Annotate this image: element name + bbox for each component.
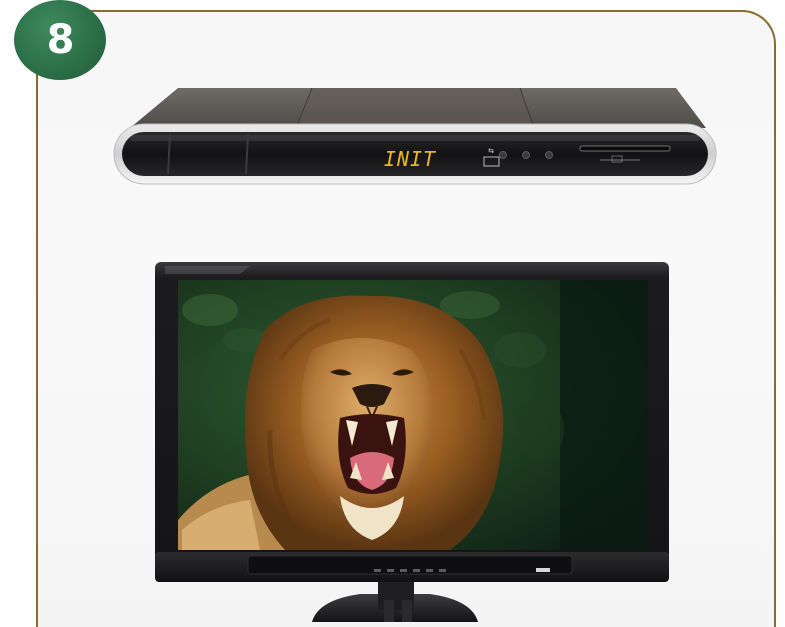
usb-icon: ⇆ <box>488 147 494 155</box>
channel-down-button[interactable] <box>522 151 530 159</box>
led-display-text: INIT <box>384 147 437 171</box>
tv-power-indicator <box>536 568 550 572</box>
television <box>155 262 669 622</box>
instruction-step-illustration: 8 ⇆ INIT <box>0 0 785 627</box>
channel-up-button[interactable] <box>545 151 553 159</box>
illustration-canvas: ⇆ INIT <box>113 87 717 622</box>
power-button[interactable] <box>499 151 507 159</box>
